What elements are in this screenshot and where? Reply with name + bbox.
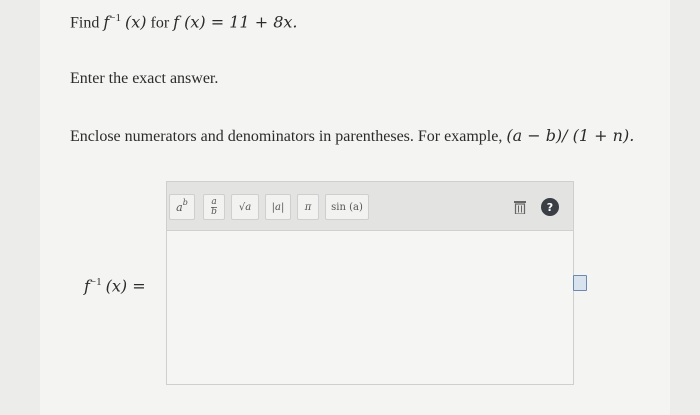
sqrt-button[interactable]: √a: [231, 194, 259, 220]
find-text: Find: [70, 14, 104, 32]
instruction-text: Enter the exact answer.: [70, 70, 219, 87]
answer-input[interactable]: [167, 231, 573, 384]
fraction-button[interactable]: a b: [203, 194, 225, 220]
inverse-exponent: −1: [109, 12, 121, 24]
question-prompt: Find f−1 (x) for f (x) = 11 + 8x.: [70, 12, 297, 32]
hint-text: Enclose numerators and denominators in p…: [70, 128, 507, 145]
document-icon[interactable]: [573, 275, 587, 291]
help-icon[interactable]: ?: [541, 198, 559, 216]
lhs-rest: (x) =: [105, 276, 146, 296]
function-definition: f (x) = 11 + 8x.: [173, 12, 298, 32]
hint-line: Enclose numerators and denominators in p…: [70, 126, 634, 146]
editor-toolbar: ab a b √a |a| π sin (a) ?: [167, 182, 573, 231]
math-editor: ab a b √a |a| π sin (a) ?: [166, 181, 574, 385]
abs-button[interactable]: |a|: [265, 194, 291, 220]
answer-label: f−1 (x) =: [84, 276, 146, 296]
lhs-exponent: −1: [89, 276, 102, 288]
trash-icon[interactable]: [511, 198, 529, 216]
hint-example: (a − b)/ (1 + n).: [506, 126, 635, 145]
power-button[interactable]: ab: [169, 194, 195, 220]
sin-button[interactable]: sin (a): [325, 194, 369, 220]
x-arg: (x): [124, 12, 147, 32]
for-text: for: [146, 14, 174, 32]
pi-button[interactable]: π: [297, 194, 319, 220]
